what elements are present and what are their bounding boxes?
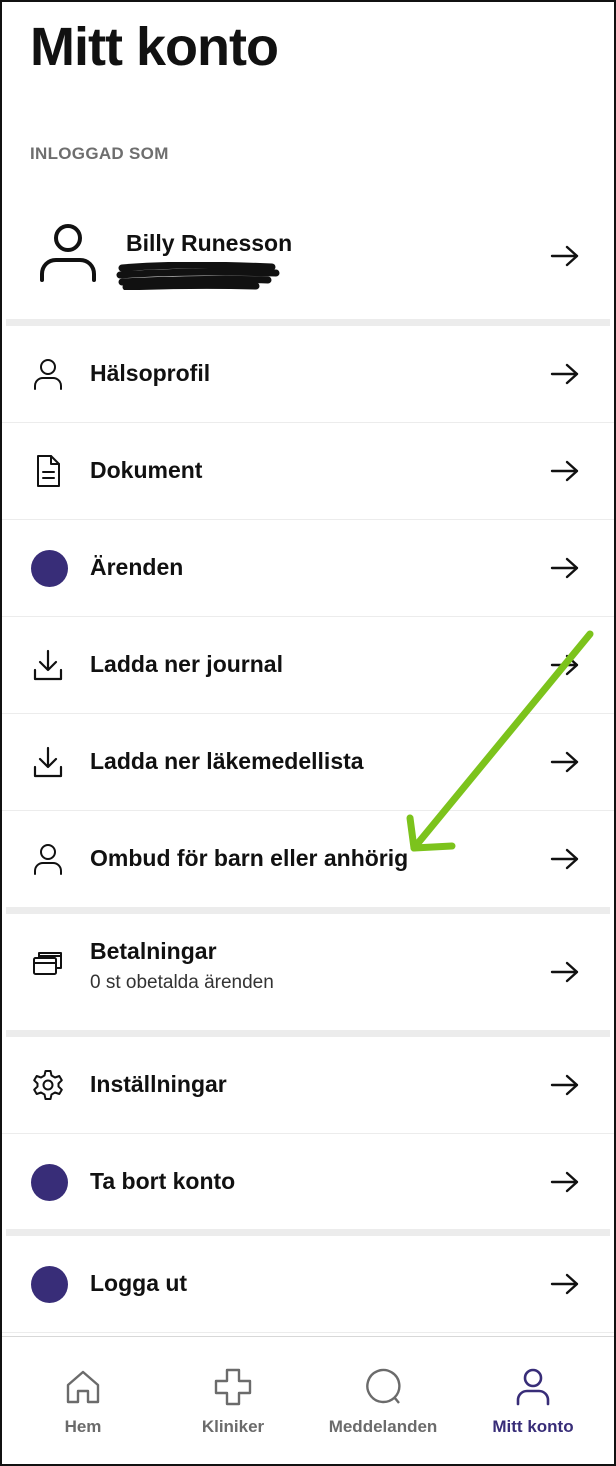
arrow-right-icon: [550, 1171, 580, 1198]
tab-mitt-konto[interactable]: Mitt konto: [458, 1337, 608, 1464]
user-profile-row[interactable]: Billy Runesson: [2, 198, 614, 314]
person-icon: [30, 356, 66, 392]
section-divider: [6, 1030, 610, 1037]
tab-label: Meddelanden: [328, 1417, 438, 1436]
gear-icon: [30, 1067, 66, 1103]
arrow-right-icon: [550, 751, 580, 778]
menu-item-sublabel: 0 st obetalda ärenden: [90, 972, 274, 993]
person-icon: [30, 841, 66, 877]
menu-item-installningar[interactable]: Inställningar: [2, 1037, 614, 1134]
download-icon: [30, 647, 66, 683]
section-divider: [6, 319, 610, 326]
arrow-right-icon: [550, 1273, 580, 1300]
menu-item-label: Betalningar: [90, 938, 217, 964]
menu-item-label: Ladda ner journal: [90, 651, 283, 677]
placeholder-dot-icon: [31, 550, 68, 587]
menu-item-logga-ut[interactable]: Logga ut: [2, 1236, 614, 1333]
tab-hem[interactable]: Hem: [8, 1337, 158, 1464]
menu-item-label: Ombud för barn eller anhörig: [90, 845, 409, 871]
arrow-right-icon: [550, 848, 580, 875]
document-icon: [30, 453, 66, 489]
download-icon: [30, 744, 66, 780]
arrow-right-icon: [550, 363, 580, 390]
menu-item-betalningar[interactable]: Betalningar 0 st obetalda ärenden: [2, 914, 614, 1010]
avatar-icon: [36, 222, 100, 291]
menu-item-ladda-ner-journal[interactable]: Ladda ner journal: [2, 617, 614, 714]
arrow-right-icon: [550, 557, 580, 584]
placeholder-dot-icon: [31, 1266, 68, 1303]
menu-item-ombud[interactable]: Ombud för barn eller anhörig: [2, 811, 614, 907]
menu-item-ta-bort-konto[interactable]: Ta bort konto: [2, 1134, 614, 1230]
menu-item-dokument[interactable]: Dokument: [2, 423, 614, 520]
menu-item-ladda-ner-lakemedellista[interactable]: Ladda ner läkemedellista: [2, 714, 614, 811]
arrow-right-icon: [550, 1074, 580, 1101]
bottom-tab-bar: Hem Kliniker Meddelanden Mitt konto: [2, 1336, 614, 1464]
tab-kliniker[interactable]: Kliniker: [158, 1337, 308, 1464]
menu-item-label: Ladda ner läkemedellista: [90, 748, 364, 774]
arrow-right-icon: [550, 654, 580, 681]
section-label-logged-in: INLOGGAD SOM: [30, 144, 169, 163]
menu-item-label: Logga ut: [90, 1270, 188, 1296]
menu-item-label: Ta bort konto: [90, 1168, 236, 1194]
home-icon: [63, 1367, 103, 1407]
tab-label: Hem: [64, 1417, 102, 1436]
page-title: Mitt konto: [30, 17, 279, 77]
user-name: Billy Runesson: [126, 230, 293, 256]
cards-icon: [30, 944, 66, 980]
menu-item-label: Hälsoprofil: [90, 360, 211, 386]
arrow-right-icon: [550, 245, 580, 267]
redaction-mark: [116, 261, 280, 295]
chat-bubble-icon: [363, 1367, 403, 1407]
menu-item-label: Dokument: [90, 457, 203, 483]
menu-item-arenden[interactable]: Ärenden: [2, 520, 614, 617]
person-icon: [513, 1367, 553, 1407]
section-divider: [6, 1229, 610, 1236]
section-divider: [6, 907, 610, 914]
cross-icon: [213, 1367, 253, 1407]
placeholder-dot-icon: [31, 1164, 68, 1201]
app-screen: Mitt konto INLOGGAD SOM Billy Runesson H…: [0, 0, 616, 1466]
tab-label: Mitt konto: [492, 1417, 574, 1436]
tab-label: Kliniker: [201, 1417, 265, 1436]
arrow-right-icon: [550, 961, 580, 988]
menu-item-label: Inställningar: [90, 1071, 227, 1097]
tab-meddelanden[interactable]: Meddelanden: [308, 1337, 458, 1464]
arrow-right-icon: [550, 460, 580, 487]
menu-item-halsoprofil[interactable]: Hälsoprofil: [2, 326, 614, 423]
menu-item-label: Ärenden: [90, 554, 184, 580]
